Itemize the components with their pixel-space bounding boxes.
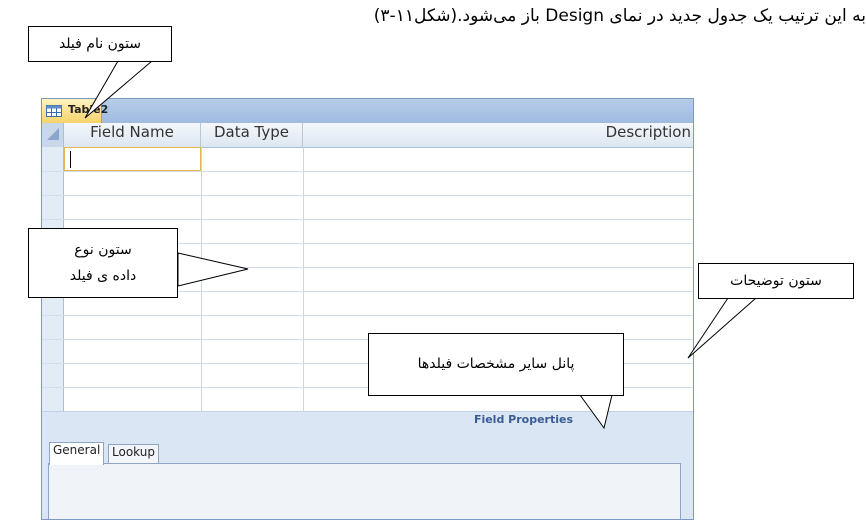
description-pointer [687, 297, 758, 359]
callout-properties-panel: پانل سایر مشخصات فیلدها [368, 333, 624, 396]
callout-data-type-line2: داده ی فیلد [69, 268, 137, 284]
callout-description: ستون توضیحات [698, 263, 854, 299]
data-type-pointer [177, 252, 249, 287]
callout-field-name: ستون نام فیلد [28, 26, 172, 62]
properties-pointer [579, 394, 613, 430]
field-name-pointer [84, 60, 154, 119]
callout-data-type-line1: ستون نوع [74, 242, 132, 258]
callout-data-type: ستون نوع داده ی فیلد [28, 228, 178, 298]
